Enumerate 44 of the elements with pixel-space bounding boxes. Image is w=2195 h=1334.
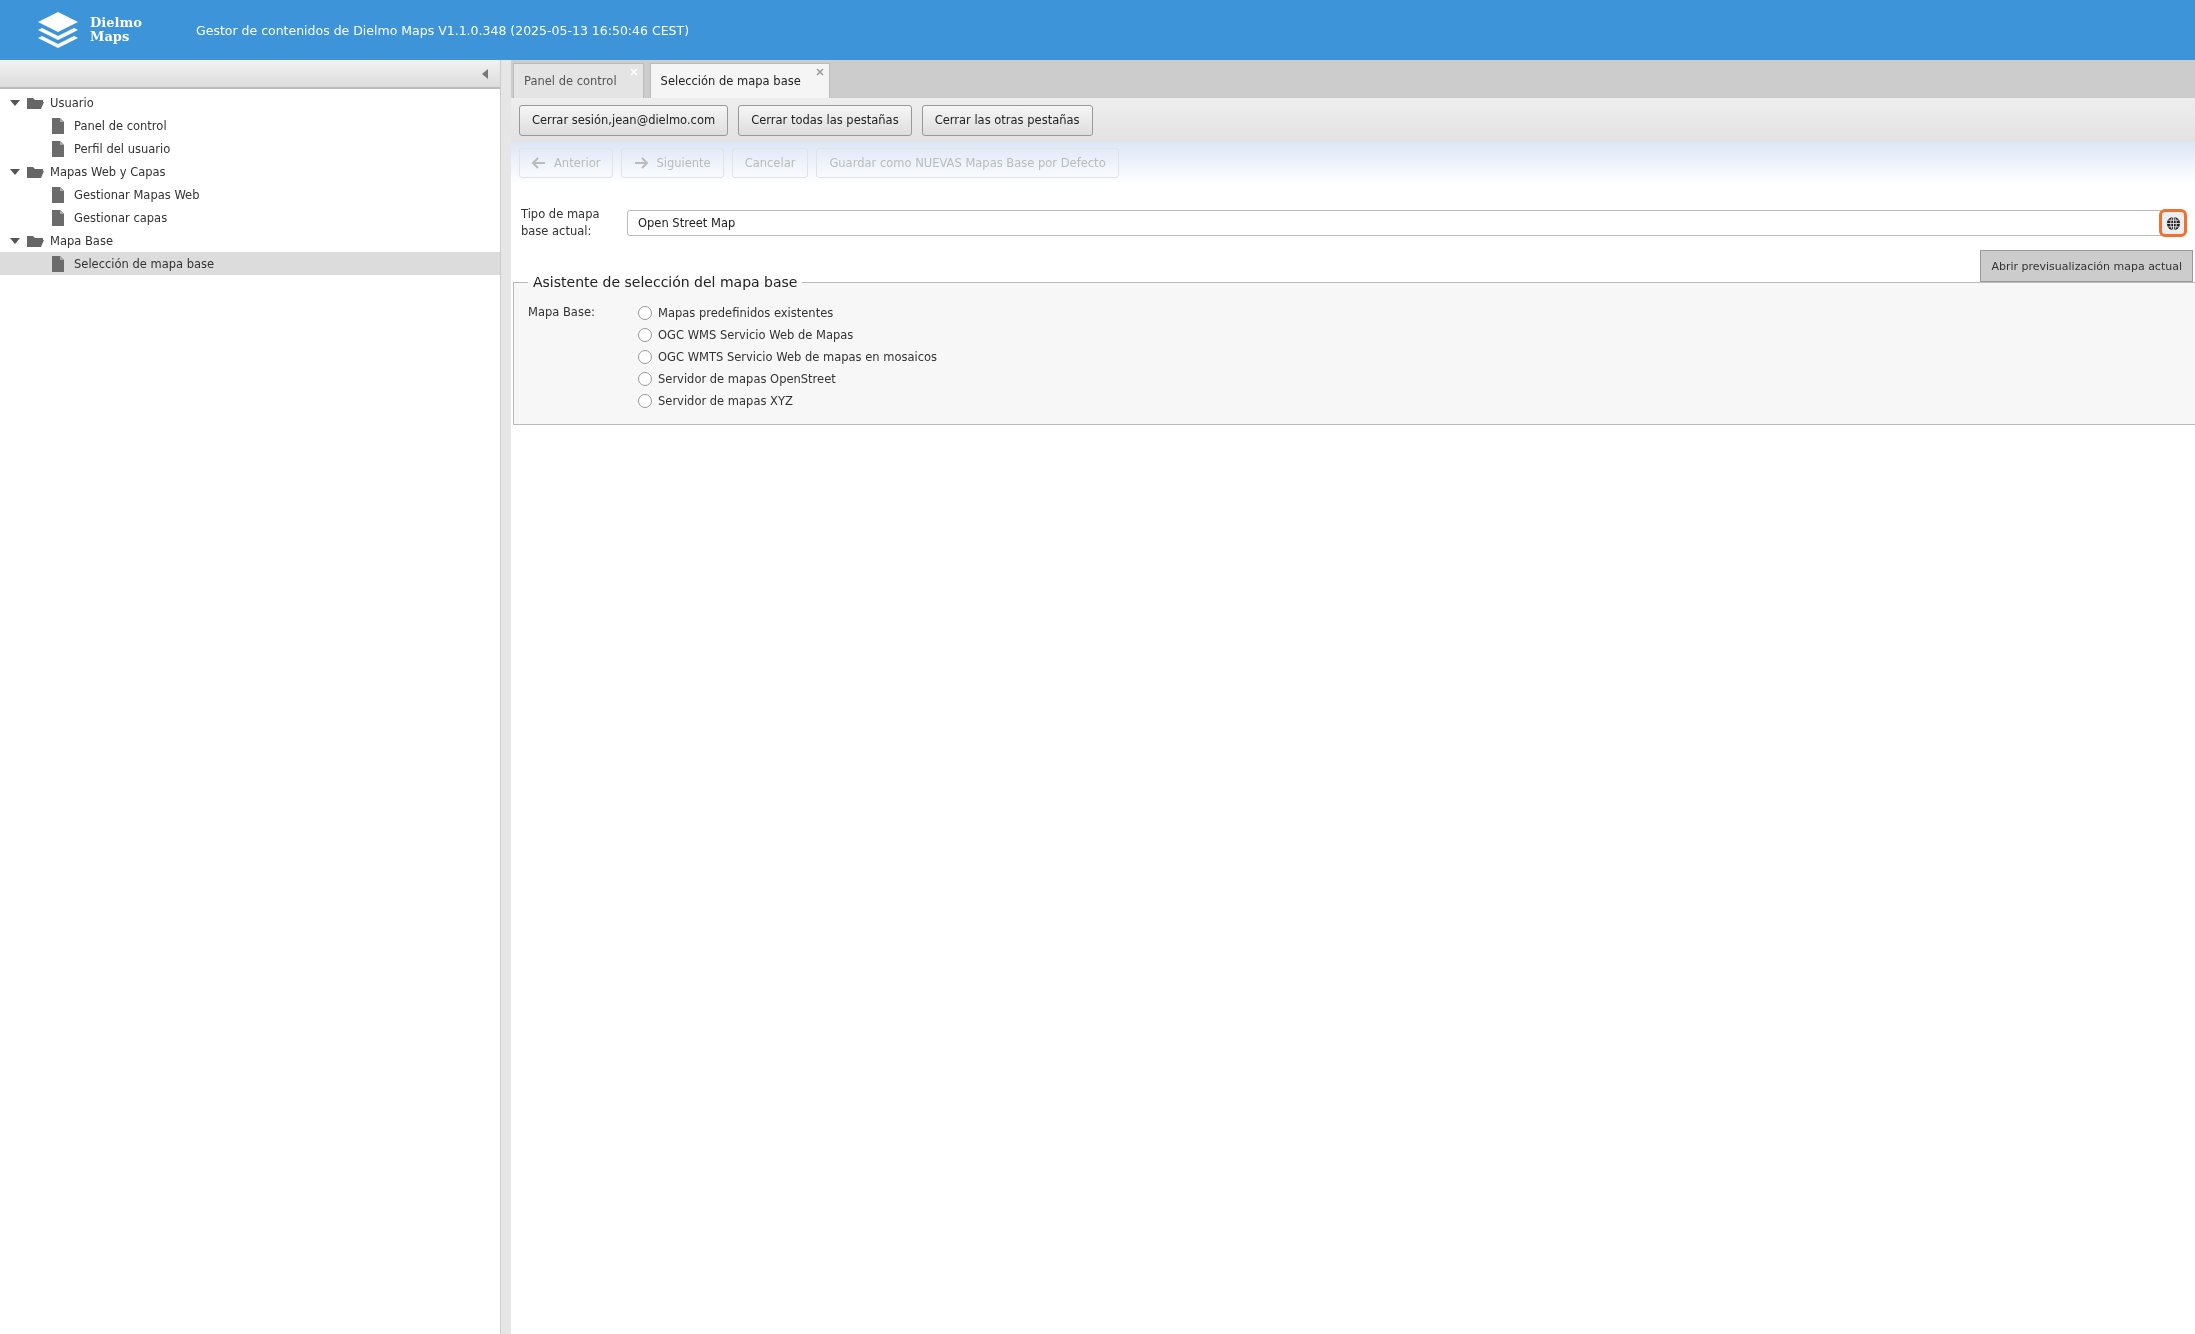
expand-triangle-icon[interactable] [10, 168, 20, 175]
tree-folder[interactable]: Usuario [0, 91, 500, 114]
globe-icon [2165, 215, 2181, 231]
tree-item[interactable]: Perfil del usuario [0, 137, 500, 160]
folder-icon [26, 164, 44, 179]
document-icon [52, 255, 64, 272]
tree-item[interactable]: Panel de control [0, 114, 500, 137]
tab[interactable]: Panel de control [513, 63, 644, 98]
toolbar-button[interactable]: Cerrar las otras pestañas [921, 104, 1093, 136]
radio-option[interactable]: Servidor de mapas OpenStreet [638, 368, 938, 390]
globe-button[interactable] [2159, 209, 2187, 237]
current-map-field[interactable]: Open Street Map [627, 210, 2163, 236]
logo-text: Maps [90, 30, 131, 44]
tab[interactable]: Selección de mapa base [649, 63, 830, 98]
expand-triangle-icon[interactable] [10, 99, 20, 106]
tooltip: Abrir previsualización mapa actual [1980, 250, 2193, 282]
folder-icon [26, 95, 44, 110]
tree-folder[interactable]: Mapas Web y Capas [0, 160, 500, 183]
document-icon [52, 117, 64, 134]
radio-option[interactable]: OGC WMS Servicio Web de Mapas [638, 324, 938, 346]
tree-item[interactable]: Gestionar Mapas Web [0, 183, 500, 206]
stacked-layers-icon [36, 10, 80, 50]
tree-folder[interactable]: Mapa Base [0, 229, 500, 252]
radio-option[interactable]: Mapas predefinidos existentes [638, 302, 938, 324]
tree-item[interactable]: Selección de mapa base [0, 252, 500, 275]
collapse-icon[interactable] [482, 68, 488, 79]
right-arrow-icon [634, 157, 649, 169]
left-arrow-icon [532, 157, 546, 169]
toolbar-button[interactable]: Cerrar todas las pestañas [738, 104, 912, 136]
panel-title: Asistente de selección del mapa base [532, 274, 799, 290]
app-title: Gestor de contenidos de Dielmo Maps V1.1.0.348 (2025-05-13 16:50:46 CEST) [196, 22, 689, 38]
toolbar-button[interactable]: Cerrar sesión,jean@dielmo.com [519, 104, 729, 136]
field-label: Tipo de mapa base actual: [521, 206, 601, 240]
field-label: Mapa Base: [528, 304, 596, 321]
logo-text: Dielmo [90, 16, 143, 30]
folder-icon [26, 233, 44, 248]
document-icon [52, 140, 64, 157]
radio-option[interactable]: OGC WMTS Servicio Web de mapas en mosaicos [638, 346, 938, 368]
document-icon [52, 186, 64, 203]
tree-item[interactable]: Gestionar capas [0, 206, 500, 229]
document-icon [52, 209, 64, 226]
close-icon[interactable] [815, 68, 824, 76]
expand-triangle-icon[interactable] [10, 237, 20, 244]
radio-option[interactable]: Servidor de mapas XYZ [638, 390, 938, 412]
